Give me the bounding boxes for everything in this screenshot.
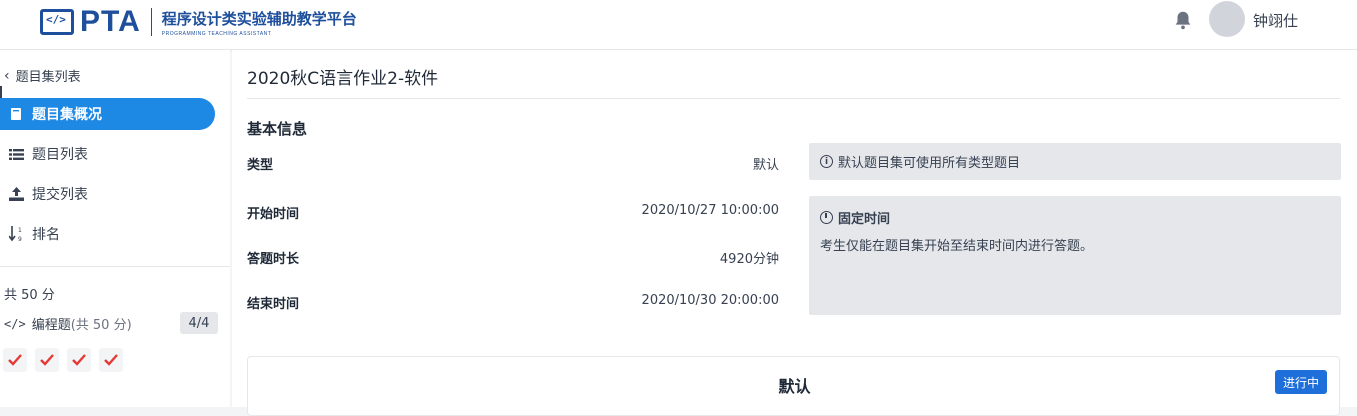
clock-icon [820,211,833,224]
info-value: 2020/10/30 20:00:00 [641,293,779,308]
category-points: (共 50 分) [70,318,132,333]
back-to-problem-sets-link[interactable]: ‹ 题目集列表 [4,66,81,86]
sidebar-item-label: 排名 [32,227,60,243]
code-monitor-icon [40,9,74,35]
chevron-left-icon: ‹ [4,67,10,84]
sidebar: ‹ 题目集列表 题目集概况 题目列表 提交列表 19 排名 共 50 分 </>… [0,50,230,407]
type-note-text: 默认题目集可使用所有类型题目 [838,156,1021,171]
info-label: 类型 [247,158,274,173]
title-divider [247,98,1340,99]
sidebar-item-problem-list[interactable]: 题目列表 [0,138,215,170]
book-icon [7,105,25,123]
info-row-start-time: 开始时间 2020/10/27 10:00:00 [247,203,779,222]
main-content: 2020秋C语言作业2-软件 基本信息 类型 默认 开始时间 2020/10/2… [232,50,1357,416]
category-count-badge: 4/4 [180,312,218,334]
info-row-type: 类型 默认 [247,154,779,173]
back-label: 题目集列表 [15,70,81,85]
logo-subtitle-en: PROGRAMMING TEACHING ASSISTANT [161,30,272,37]
problem-solved-check-icon[interactable] [99,348,123,372]
info-value: 2020/10/27 10:00:00 [641,203,779,218]
username[interactable]: 钟翊仕 [1253,10,1298,31]
fixed-time-note: 固定时间 考生仅能在题目集开始至结束时间内进行答题。 [809,196,1341,315]
type-note: i 默认题目集可使用所有类型题目 [809,143,1341,180]
problem-solved-check-icon[interactable] [3,348,27,372]
info-label: 结束时间 [247,297,300,312]
list-icon [7,145,25,163]
pta-logo[interactable]: PTA 程序设计类实验辅助教学平台 PROGRAMMING TEACHING A… [40,5,357,39]
top-bar: PTA 程序设计类实验辅助教学平台 PROGRAMMING TEACHING A… [0,0,1357,50]
page-title: 2020秋C语言作业2-软件 [247,69,439,89]
section-card-default: 默认 进行中 [247,356,1340,416]
sidebar-item-label: 提交列表 [32,187,88,203]
problem-solved-check-icon[interactable] [35,348,59,372]
category-programming[interactable]: </> 编程题 (共 50 分) [4,314,132,334]
fixed-time-title: 固定时间 [820,208,1330,227]
logo-subtitle: 程序设计类实验辅助教学平台 PROGRAMMING TEACHING ASSIS… [162,8,357,37]
logo-divider [150,8,152,36]
info-value: 4920分钟 [719,252,779,267]
info-row-end-time: 结束时间 2020/10/30 20:00:00 [247,293,779,312]
total-score: 共 50 分 [4,288,55,303]
logo-subtitle-cn: 程序设计类实验辅助教学平台 [161,9,357,28]
sidebar-item-ranking[interactable]: 19 排名 [0,218,215,250]
sidebar-item-submissions[interactable]: 提交列表 [0,178,215,210]
sidebar-divider [0,266,230,267]
info-icon: i [820,155,833,168]
sidebar-item-overview[interactable]: 题目集概况 [0,98,215,130]
sidebar-item-label: 题目集概况 [32,107,102,123]
info-label: 答题时长 [247,252,300,267]
status-in-progress-button[interactable]: 进行中 [1275,370,1327,394]
svg-text:1: 1 [18,227,22,234]
info-row-duration: 答题时长 4920分钟 [247,248,779,267]
info-label: 开始时间 [247,207,300,222]
fixed-time-desc: 考生仅能在题目集开始至结束时间内进行答题。 [820,239,1094,254]
problem-solved-check-icon[interactable] [67,348,91,372]
fixed-time-title-text: 固定时间 [838,212,891,227]
avatar[interactable] [1209,1,1245,37]
problem-status-list [3,348,123,372]
logo-text: PTA [80,5,141,38]
card-title: 默认 [778,377,811,396]
section-title: 基本信息 [247,120,308,138]
sort-numeric-icon: 19 [7,225,25,243]
category-label: 编程题 [31,318,71,333]
sidebar-item-label: 题目列表 [32,147,88,163]
notification-bell-icon[interactable] [1172,9,1194,31]
upload-icon [7,185,25,203]
info-value: 默认 [752,158,779,173]
code-icon: </> [4,316,26,331]
svg-text:9: 9 [18,236,22,242]
